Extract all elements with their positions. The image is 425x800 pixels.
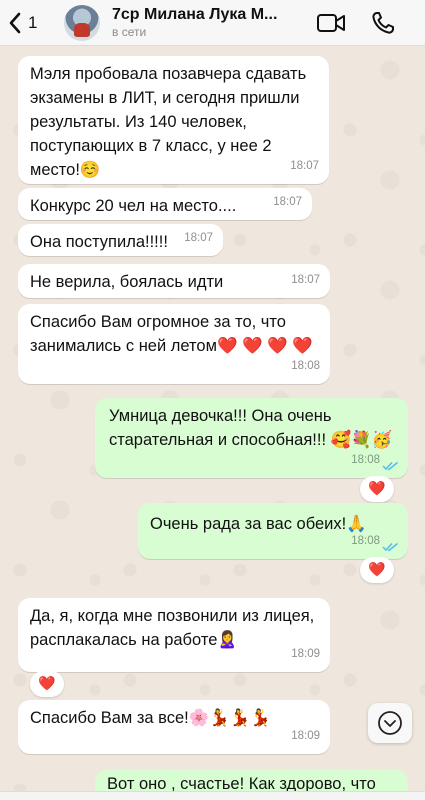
phone-icon [372, 12, 394, 34]
chat-title-block[interactable]: 7ср Милана Лука М... в сети [112, 6, 306, 39]
message-incoming[interactable]: Мэля пробовала позавчера сдавать экзамен… [18, 56, 329, 184]
avatar[interactable] [64, 4, 100, 41]
message-time: 18:07 [291, 274, 320, 286]
message-text: Не верила, боялась идти [30, 273, 224, 291]
message-incoming[interactable]: Спасибо Вам огромное за то, что занимали… [18, 304, 330, 384]
message-time: 18:08 [291, 360, 320, 372]
heart-reaction: ❤️ [368, 481, 386, 497]
message-time: 18:07 [273, 196, 302, 208]
message-time: 18:09 [291, 730, 320, 742]
message-incoming[interactable]: Спасибо Вам за все!🌸💃💃💃 18:09 [18, 700, 330, 754]
message-text: Да, я, когда мне позвонили из лицея, рас… [30, 607, 315, 649]
heart-reaction: ❤️ [368, 562, 386, 578]
back-button[interactable]: 1 [0, 12, 56, 34]
unread-count: 1 [28, 12, 38, 32]
message-outgoing[interactable]: Умница девочка!!! Она очень старательная… [95, 398, 408, 478]
message-incoming[interactable]: Да, я, когда мне позвонили из лицея, рас… [18, 598, 330, 672]
message-text: Спасибо Вам огромное за то, что занимали… [30, 313, 313, 355]
message-incoming[interactable]: Конкурс 20 чел на место.... 18:07 [18, 188, 312, 220]
reaction-badge[interactable]: ❤️ [360, 557, 394, 583]
voice-call-button[interactable] [370, 10, 400, 41]
scroll-down-icon [378, 711, 402, 735]
message-time: 18:07 [290, 160, 319, 172]
chevron-left-icon [9, 12, 21, 33]
message-text: Очень рада за вас обеих!🙏 [150, 515, 367, 533]
message-text: Умница девочка!!! Она очень старательная… [109, 407, 393, 449]
reaction-badge[interactable]: ❤️ [30, 671, 64, 697]
message-text: Спасибо Вам за все!🌸💃💃💃 [30, 709, 271, 727]
message-incoming[interactable]: Она поступила!!!!! 18:07 [18, 224, 223, 256]
message-time: 18:07 [184, 232, 213, 244]
scroll-to-bottom-button[interactable] [368, 703, 412, 743]
message-time: 18:09 [291, 648, 320, 660]
message-text: Конкурс 20 чел на место.... [30, 197, 237, 215]
reaction-badge[interactable]: ❤️ [360, 476, 394, 502]
chat-title: 7ср Милана Лука М... [112, 6, 278, 23]
double-check-icon [382, 461, 398, 471]
message-incoming[interactable]: Не верила, боялась идти 18:07 [18, 264, 330, 298]
heart-reaction: ❤️ [38, 676, 56, 692]
chat-header: 1 7ср Милана Лука М... в сети [0, 0, 425, 46]
message-outgoing[interactable]: Очень рада за вас обеих!🙏 18:08 [138, 503, 408, 559]
double-check-icon [382, 542, 398, 552]
input-bar-edge [0, 791, 425, 800]
message-time: 18:08 [351, 454, 380, 466]
chat-status: в сети [112, 25, 147, 39]
video-call-icon [317, 14, 345, 32]
message-text: Она поступила!!!!! [30, 233, 168, 251]
video-call-button[interactable] [316, 10, 346, 41]
message-text: Мэля пробовала позавчера сдавать экзамен… [30, 65, 307, 179]
message-time: 18:08 [351, 535, 380, 547]
